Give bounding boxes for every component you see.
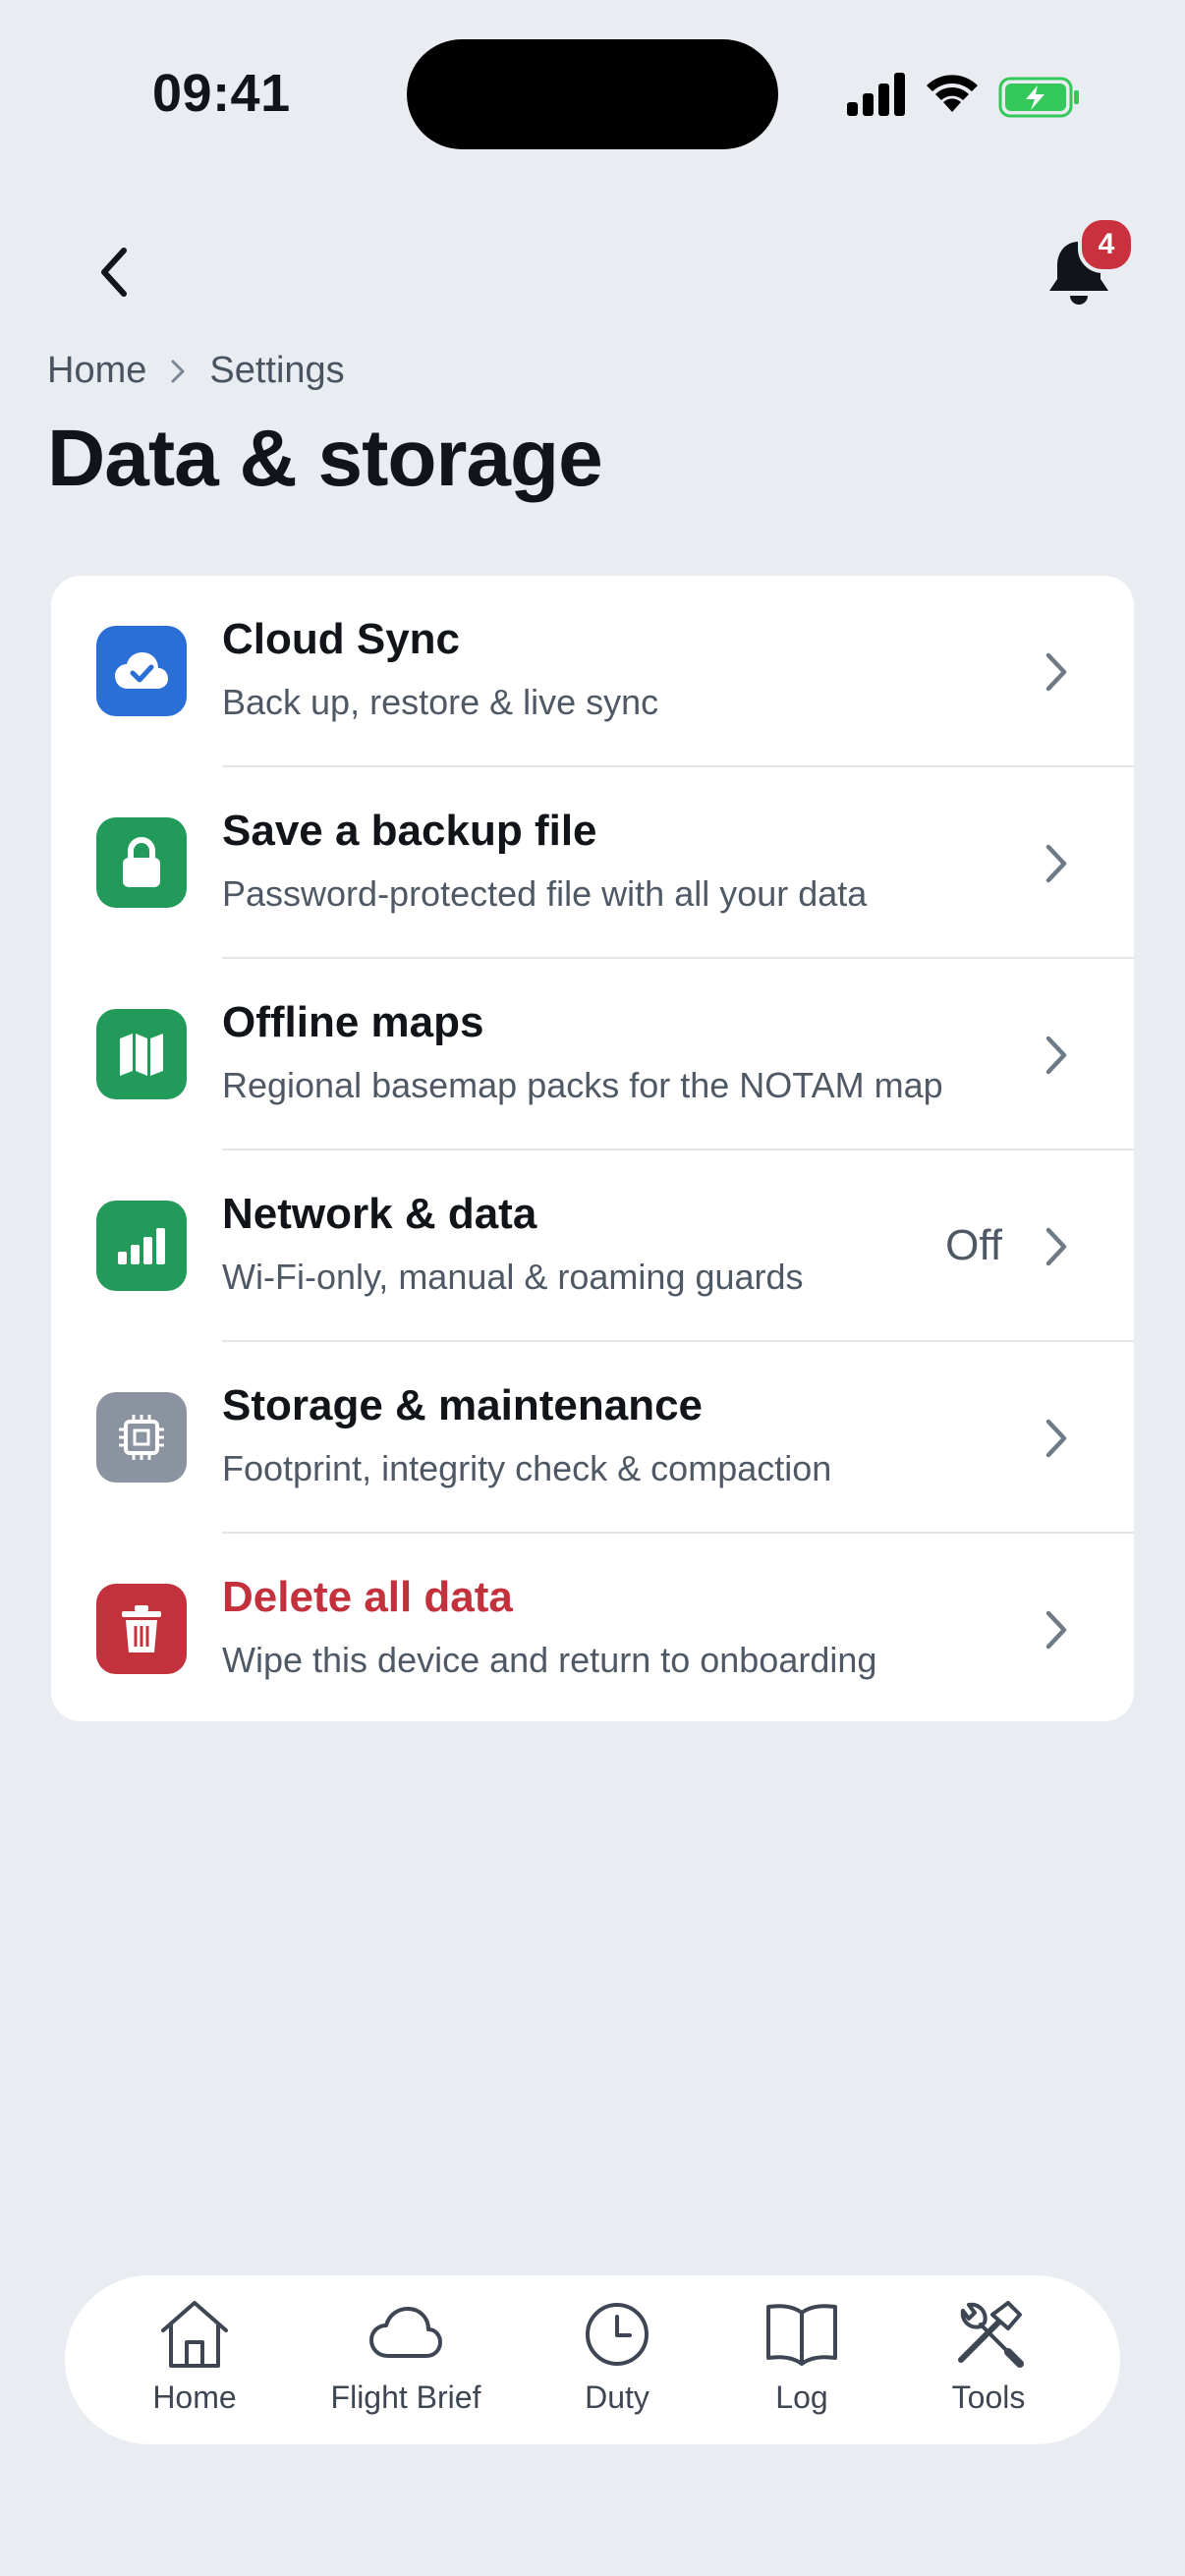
chevron-right-icon — [170, 358, 186, 385]
dynamic-island — [407, 39, 778, 149]
item-title: Cloud Sync — [222, 615, 461, 663]
tab-flight-brief[interactable]: Flight Brief — [308, 2297, 504, 2416]
tab-bar: Home Flight Brief Duty Log Tools — [65, 2275, 1120, 2444]
settings-item-delete-all-data[interactable]: Delete all data Wipe this device and ret… — [51, 1534, 1134, 1721]
home-icon — [161, 2301, 228, 2368]
signal-bars-icon — [96, 1201, 187, 1291]
chevron-right-icon — [1045, 1610, 1067, 1650]
item-title: Network & data — [222, 1190, 537, 1238]
settings-item-network-data[interactable]: Network & data Wi-Fi-only, manual & roam… — [51, 1150, 1134, 1342]
item-subtitle: Back up, restore & live sync — [222, 682, 659, 722]
settings-item-storage-maintenance[interactable]: Storage & maintenance Footprint, integri… — [51, 1342, 1134, 1534]
wifi-icon — [927, 75, 978, 112]
breadcrumb-home[interactable]: Home — [47, 350, 146, 392]
settings-item-offline-maps[interactable]: Offline maps Regional basemap packs for … — [51, 959, 1134, 1150]
tab-duty[interactable]: Duty — [519, 2297, 715, 2416]
back-button[interactable] — [88, 240, 138, 305]
tab-log[interactable]: Log — [704, 2297, 900, 2416]
item-title: Delete all data — [222, 1573, 513, 1621]
chevron-right-icon — [1045, 844, 1067, 883]
tab-tools[interactable]: Tools — [890, 2297, 1087, 2416]
tab-label: Flight Brief — [330, 2380, 481, 2415]
status-time: 09:41 — [152, 64, 291, 123]
status-bar: 09:41 — [0, 0, 1185, 187]
tab-label: Home — [152, 2380, 237, 2415]
item-subtitle: Footprint, integrity check & compaction — [222, 1448, 832, 1488]
item-value: Off — [945, 1221, 1002, 1269]
chevron-left-icon — [101, 248, 127, 297]
item-subtitle: Wi-Fi-only, manual & roaming guards — [222, 1257, 804, 1297]
cellular-signal-icon — [847, 73, 905, 116]
chevron-right-icon — [1045, 1419, 1067, 1458]
trash-icon — [96, 1584, 187, 1674]
settings-item-cloud-sync[interactable]: Cloud Sync Back up, restore & live sync — [51, 576, 1134, 767]
chevron-right-icon — [1045, 1227, 1067, 1266]
settings-card: Cloud Sync Back up, restore & live sync … — [51, 576, 1134, 1721]
map-icon — [96, 1009, 187, 1099]
chip-icon — [96, 1392, 187, 1483]
lock-icon — [96, 817, 187, 908]
chevron-right-icon — [1045, 1036, 1067, 1075]
clock-icon — [586, 2303, 649, 2366]
battery-charging-icon — [998, 77, 1079, 118]
item-subtitle: Wipe this device and return to onboardin… — [222, 1640, 877, 1680]
tools-icon — [958, 2301, 1024, 2368]
item-title: Save a backup file — [222, 807, 597, 855]
notification-count-badge: 4 — [1078, 216, 1135, 273]
item-subtitle: Password-protected file with all your da… — [222, 873, 868, 914]
page-title: Data & storage — [47, 414, 603, 503]
tab-label: Tools — [951, 2380, 1026, 2415]
item-title: Offline maps — [222, 998, 484, 1046]
breadcrumb: Home Settings — [47, 350, 345, 392]
breadcrumb-settings[interactable]: Settings — [209, 350, 344, 392]
cloud-icon — [369, 2307, 442, 2358]
tab-label: Duty — [585, 2380, 649, 2415]
item-subtitle: Regional basemap packs for the NOTAM map — [222, 1065, 943, 1105]
item-title: Storage & maintenance — [222, 1381, 704, 1429]
settings-item-backup-file[interactable]: Save a backup file Password-protected fi… — [51, 767, 1134, 959]
chevron-right-icon — [1045, 652, 1067, 692]
tab-home[interactable]: Home — [96, 2297, 293, 2416]
tab-label: Log — [775, 2380, 828, 2415]
book-icon — [766, 2304, 837, 2366]
cloud-check-icon — [96, 626, 187, 716]
